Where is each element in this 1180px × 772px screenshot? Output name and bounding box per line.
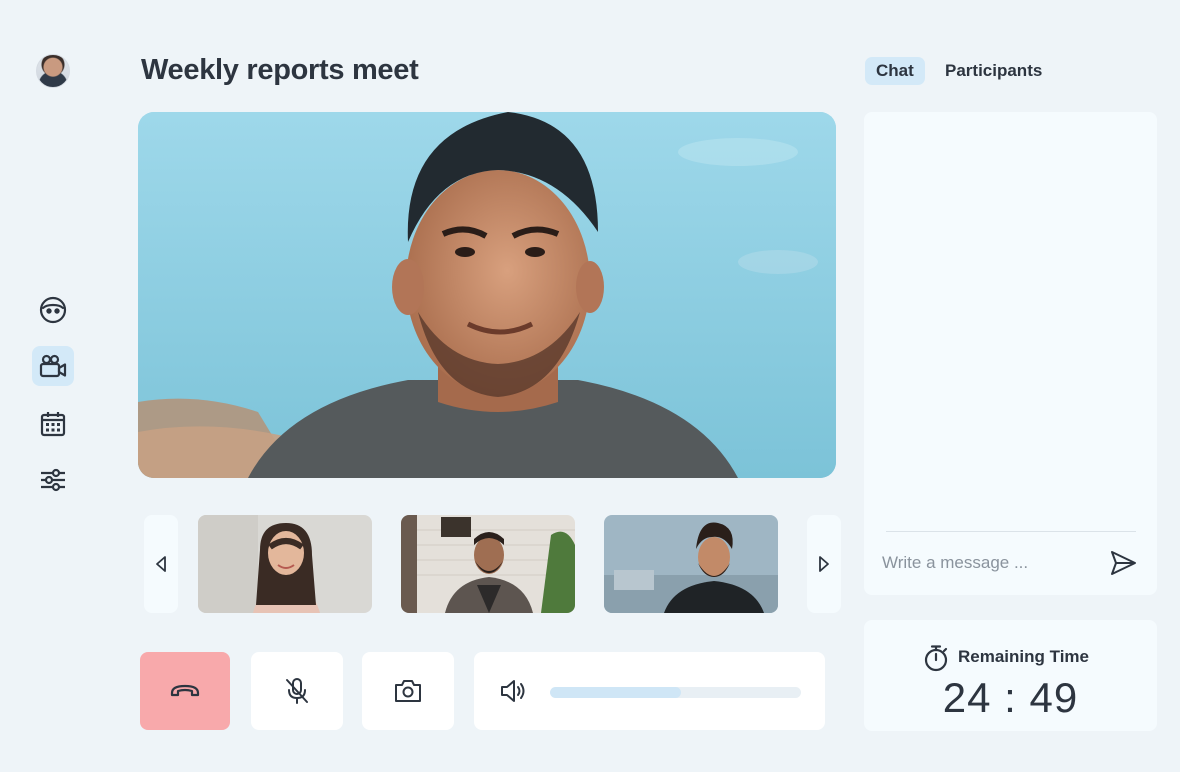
chat-panel	[864, 112, 1157, 595]
volume-slider-fill	[550, 687, 681, 698]
next-participants-button[interactable]	[807, 515, 841, 613]
camera-icon	[395, 680, 421, 702]
smiley-icon	[39, 296, 67, 324]
send-icon	[1111, 551, 1136, 575]
volume-slider[interactable]	[550, 687, 801, 698]
tab-participants[interactable]: Participants	[934, 57, 1053, 85]
chevron-left-icon	[156, 556, 166, 572]
participant-thumbnail[interactable]	[604, 515, 778, 613]
mute-microphone-button[interactable]	[251, 652, 343, 730]
end-call-button[interactable]	[140, 652, 230, 730]
participant-thumbnail[interactable]	[401, 515, 575, 613]
remaining-time-label: Remaining Time	[958, 647, 1089, 666]
chat-divider	[886, 531, 1136, 532]
participant-video-image	[604, 515, 778, 613]
remaining-time-value: 24 : 49	[942, 674, 1079, 721]
prev-participants-button[interactable]	[144, 515, 178, 613]
sidebar-item-calendar[interactable]	[32, 404, 74, 444]
sidebar-item-discover[interactable]	[32, 290, 74, 330]
camera-button[interactable]	[362, 652, 454, 730]
volume-icon[interactable]	[498, 675, 530, 707]
page-title: Weekly reports meet	[141, 54, 419, 86]
phone-hangup-icon	[170, 684, 200, 697]
sliders-icon	[41, 468, 65, 492]
video-camera-icon	[39, 354, 67, 378]
main-video-feed[interactable]	[138, 112, 836, 478]
tab-chat[interactable]: Chat	[865, 57, 925, 85]
participant-thumbnail[interactable]	[198, 515, 372, 613]
calendar-icon	[40, 412, 66, 437]
send-message-button[interactable]	[1106, 546, 1140, 580]
user-avatar[interactable]	[36, 54, 70, 88]
sidebar-item-video[interactable]	[32, 346, 74, 386]
participant-video-image	[401, 515, 575, 613]
sidebar-item-settings[interactable]	[32, 460, 74, 500]
speaker-video-image	[138, 112, 836, 478]
participant-video-image	[198, 515, 372, 613]
stopwatch-icon	[924, 645, 948, 672]
mic-off-icon	[286, 678, 308, 704]
chevron-right-icon	[819, 556, 829, 572]
chat-message-input[interactable]	[882, 548, 1092, 578]
